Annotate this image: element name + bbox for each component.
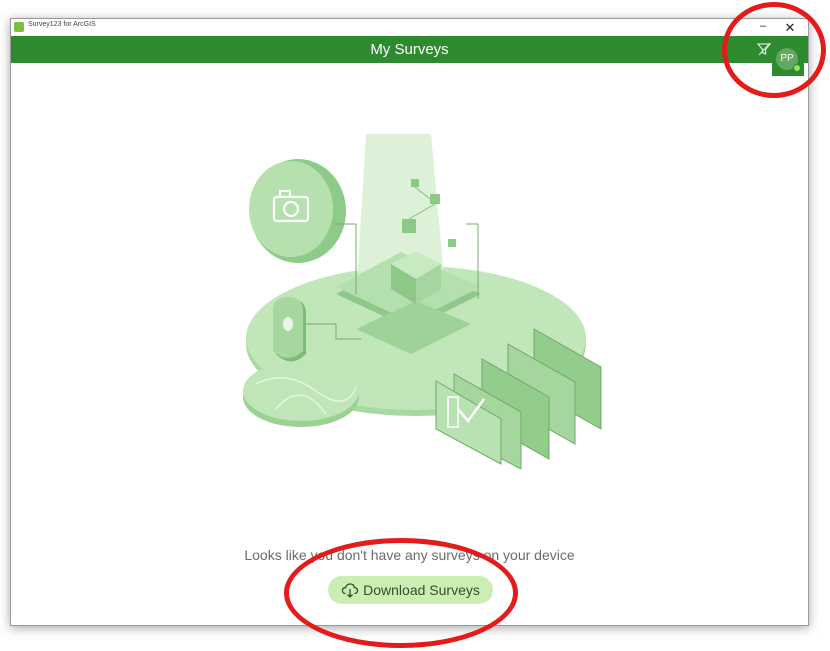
empty-state-illustration <box>243 134 602 469</box>
window-title: Survey123 for ArcGIS <box>28 21 96 28</box>
highlight-circle-download <box>284 538 518 648</box>
app-window: Survey123 for ArcGIS – ✕ My Surveys PP L… <box>10 18 809 626</box>
app-header: My Surveys <box>11 36 808 63</box>
window-titlebar: Survey123 for ArcGIS – ✕ <box>11 19 808 36</box>
highlight-circle-avatar <box>722 2 826 98</box>
page-title: My Surveys <box>370 41 449 58</box>
app-icon <box>14 22 24 32</box>
